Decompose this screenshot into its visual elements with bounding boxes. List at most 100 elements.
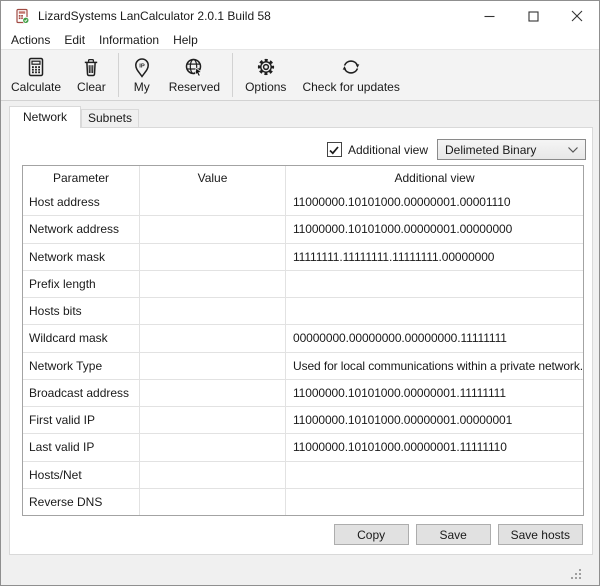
menubar: Actions Edit Information Help [1,31,599,49]
maximize-icon [528,11,539,22]
table-row[interactable]: Hosts/Net [23,461,583,488]
calculate-label: Calculate [11,80,61,94]
cell-value [140,271,286,297]
table-row[interactable]: First valid IP 11000000.10101000.0000000… [23,406,583,433]
cell-additional-view: 11000000.10101000.00000001.00000000 [286,216,583,242]
caption-buttons [467,1,599,31]
column-header-value: Value [140,166,286,189]
refresh-icon [340,55,362,79]
calculator-icon [25,55,47,79]
cell-additional-view [286,462,583,488]
table-row[interactable]: Wildcard mask 00000000.00000000.00000000… [23,324,583,351]
table-header-row: Parameter Value Additional view [23,166,583,189]
table-body: Host address 11000000.10101000.00000001.… [23,189,583,515]
cell-value [140,298,286,324]
cell-value [140,353,286,379]
cell-value [140,244,286,270]
table-row[interactable]: Network mask 11111111.11111111.11111111.… [23,243,583,270]
reserved-button[interactable]: Reserved [161,50,228,100]
additional-view-label[interactable]: Additional view [348,143,428,157]
cell-parameter: Last valid IP [23,434,140,460]
gear-icon [255,55,277,79]
cell-additional-view [286,489,583,515]
cell-parameter: Host address [23,189,140,215]
cell-additional-view: 00000000.00000000.00000000.11111111 [286,325,583,351]
save-button[interactable]: Save [416,524,491,545]
view-controls-row: Additional view Delimeted Binary [327,139,586,160]
menu-item-information[interactable]: Information [92,33,166,47]
cell-additional-view [286,271,583,297]
calculate-button[interactable]: Calculate [3,50,69,100]
cell-value [140,325,286,351]
cell-parameter: Network mask [23,244,140,270]
column-header-additional-view: Additional view [286,166,583,189]
clear-button[interactable]: Clear [69,50,114,100]
options-label: Options [245,80,286,94]
options-button[interactable]: Options [237,50,294,100]
clear-label: Clear [77,80,106,94]
table-row[interactable]: Network address 11000000.10101000.000000… [23,215,583,242]
check-updates-button[interactable]: Check for updates [294,50,407,100]
table-row[interactable]: Prefix length [23,270,583,297]
copy-button[interactable]: Copy [334,524,409,545]
app-window: LizardSystems LanCalculator 2.0.1 Build … [0,0,600,586]
view-format-select[interactable]: Delimeted Binary [437,139,586,160]
toolbar-separator [232,53,233,97]
close-button[interactable] [555,1,599,31]
cell-parameter: Reverse DNS [23,489,140,515]
network-tab-panel: Additional view Delimeted Binary Paramet… [9,127,593,555]
cell-additional-view: 11111111.11111111.11111111.00000000 [286,244,583,270]
my-ip-button[interactable]: IP My [123,50,161,100]
cell-additional-view: 11000000.10101000.00000001.00000001 [286,407,583,433]
table-row[interactable]: Broadcast address 11000000.10101000.0000… [23,379,583,406]
cell-value [140,189,286,215]
table-row[interactable]: Network Type Used for local communicatio… [23,352,583,379]
minimize-button[interactable] [467,1,511,31]
titlebar[interactable]: LizardSystems LanCalculator 2.0.1 Build … [1,1,599,31]
menu-item-help[interactable]: Help [166,33,205,47]
minimize-icon [484,11,495,22]
menu-item-actions[interactable]: Actions [4,33,57,47]
my-ip-label: My [134,80,150,94]
calculator-app-icon [14,8,30,24]
cell-additional-view: 11000000.10101000.00000001.11111111 [286,380,583,406]
column-header-parameter: Parameter [23,166,140,189]
tab-network[interactable]: Network [9,106,81,128]
parameters-table: Parameter Value Additional view Host add… [22,165,584,516]
ip-location-pin-icon: IP [131,55,153,79]
cell-value [140,462,286,488]
svg-text:IP: IP [139,63,145,69]
cell-additional-view [286,298,583,324]
cell-value [140,407,286,433]
cell-value [140,216,286,242]
cell-parameter: Hosts/Net [23,462,140,488]
cell-parameter: Network Type [23,353,140,379]
cell-additional-view: 11000000.10101000.00000001.00001110 [286,189,583,215]
window-title: LizardSystems LanCalculator 2.0.1 Build … [38,9,271,23]
maximize-button[interactable] [511,1,555,31]
globe-cursor-icon [183,55,205,79]
table-row[interactable]: Reverse DNS [23,488,583,515]
tab-subnets[interactable]: Subnets [81,109,139,128]
cell-parameter: Wildcard mask [23,325,140,351]
check-icon [328,144,340,156]
reserved-label: Reserved [169,80,220,94]
cell-value [140,380,286,406]
chevron-down-icon [568,147,578,153]
view-format-value: Delimeted Binary [445,143,568,157]
table-row[interactable]: Hosts bits [23,297,583,324]
cell-parameter: First valid IP [23,407,140,433]
save-hosts-button[interactable]: Save hosts [498,524,583,545]
cell-additional-view: Used for local communications within a p… [286,353,583,379]
cell-parameter: Prefix length [23,271,140,297]
cell-parameter: Hosts bits [23,298,140,324]
cell-parameter: Broadcast address [23,380,140,406]
table-row[interactable]: Last valid IP 11000000.10101000.00000001… [23,433,583,460]
additional-view-checkbox[interactable] [327,142,342,157]
resize-grip[interactable] [571,569,582,580]
menu-item-edit[interactable]: Edit [57,33,92,47]
cell-value [140,434,286,460]
toolbar: Calculate Clear IP My [1,49,599,101]
cell-parameter: Network address [23,216,140,242]
table-row[interactable]: Host address 11000000.10101000.00000001.… [23,189,583,215]
